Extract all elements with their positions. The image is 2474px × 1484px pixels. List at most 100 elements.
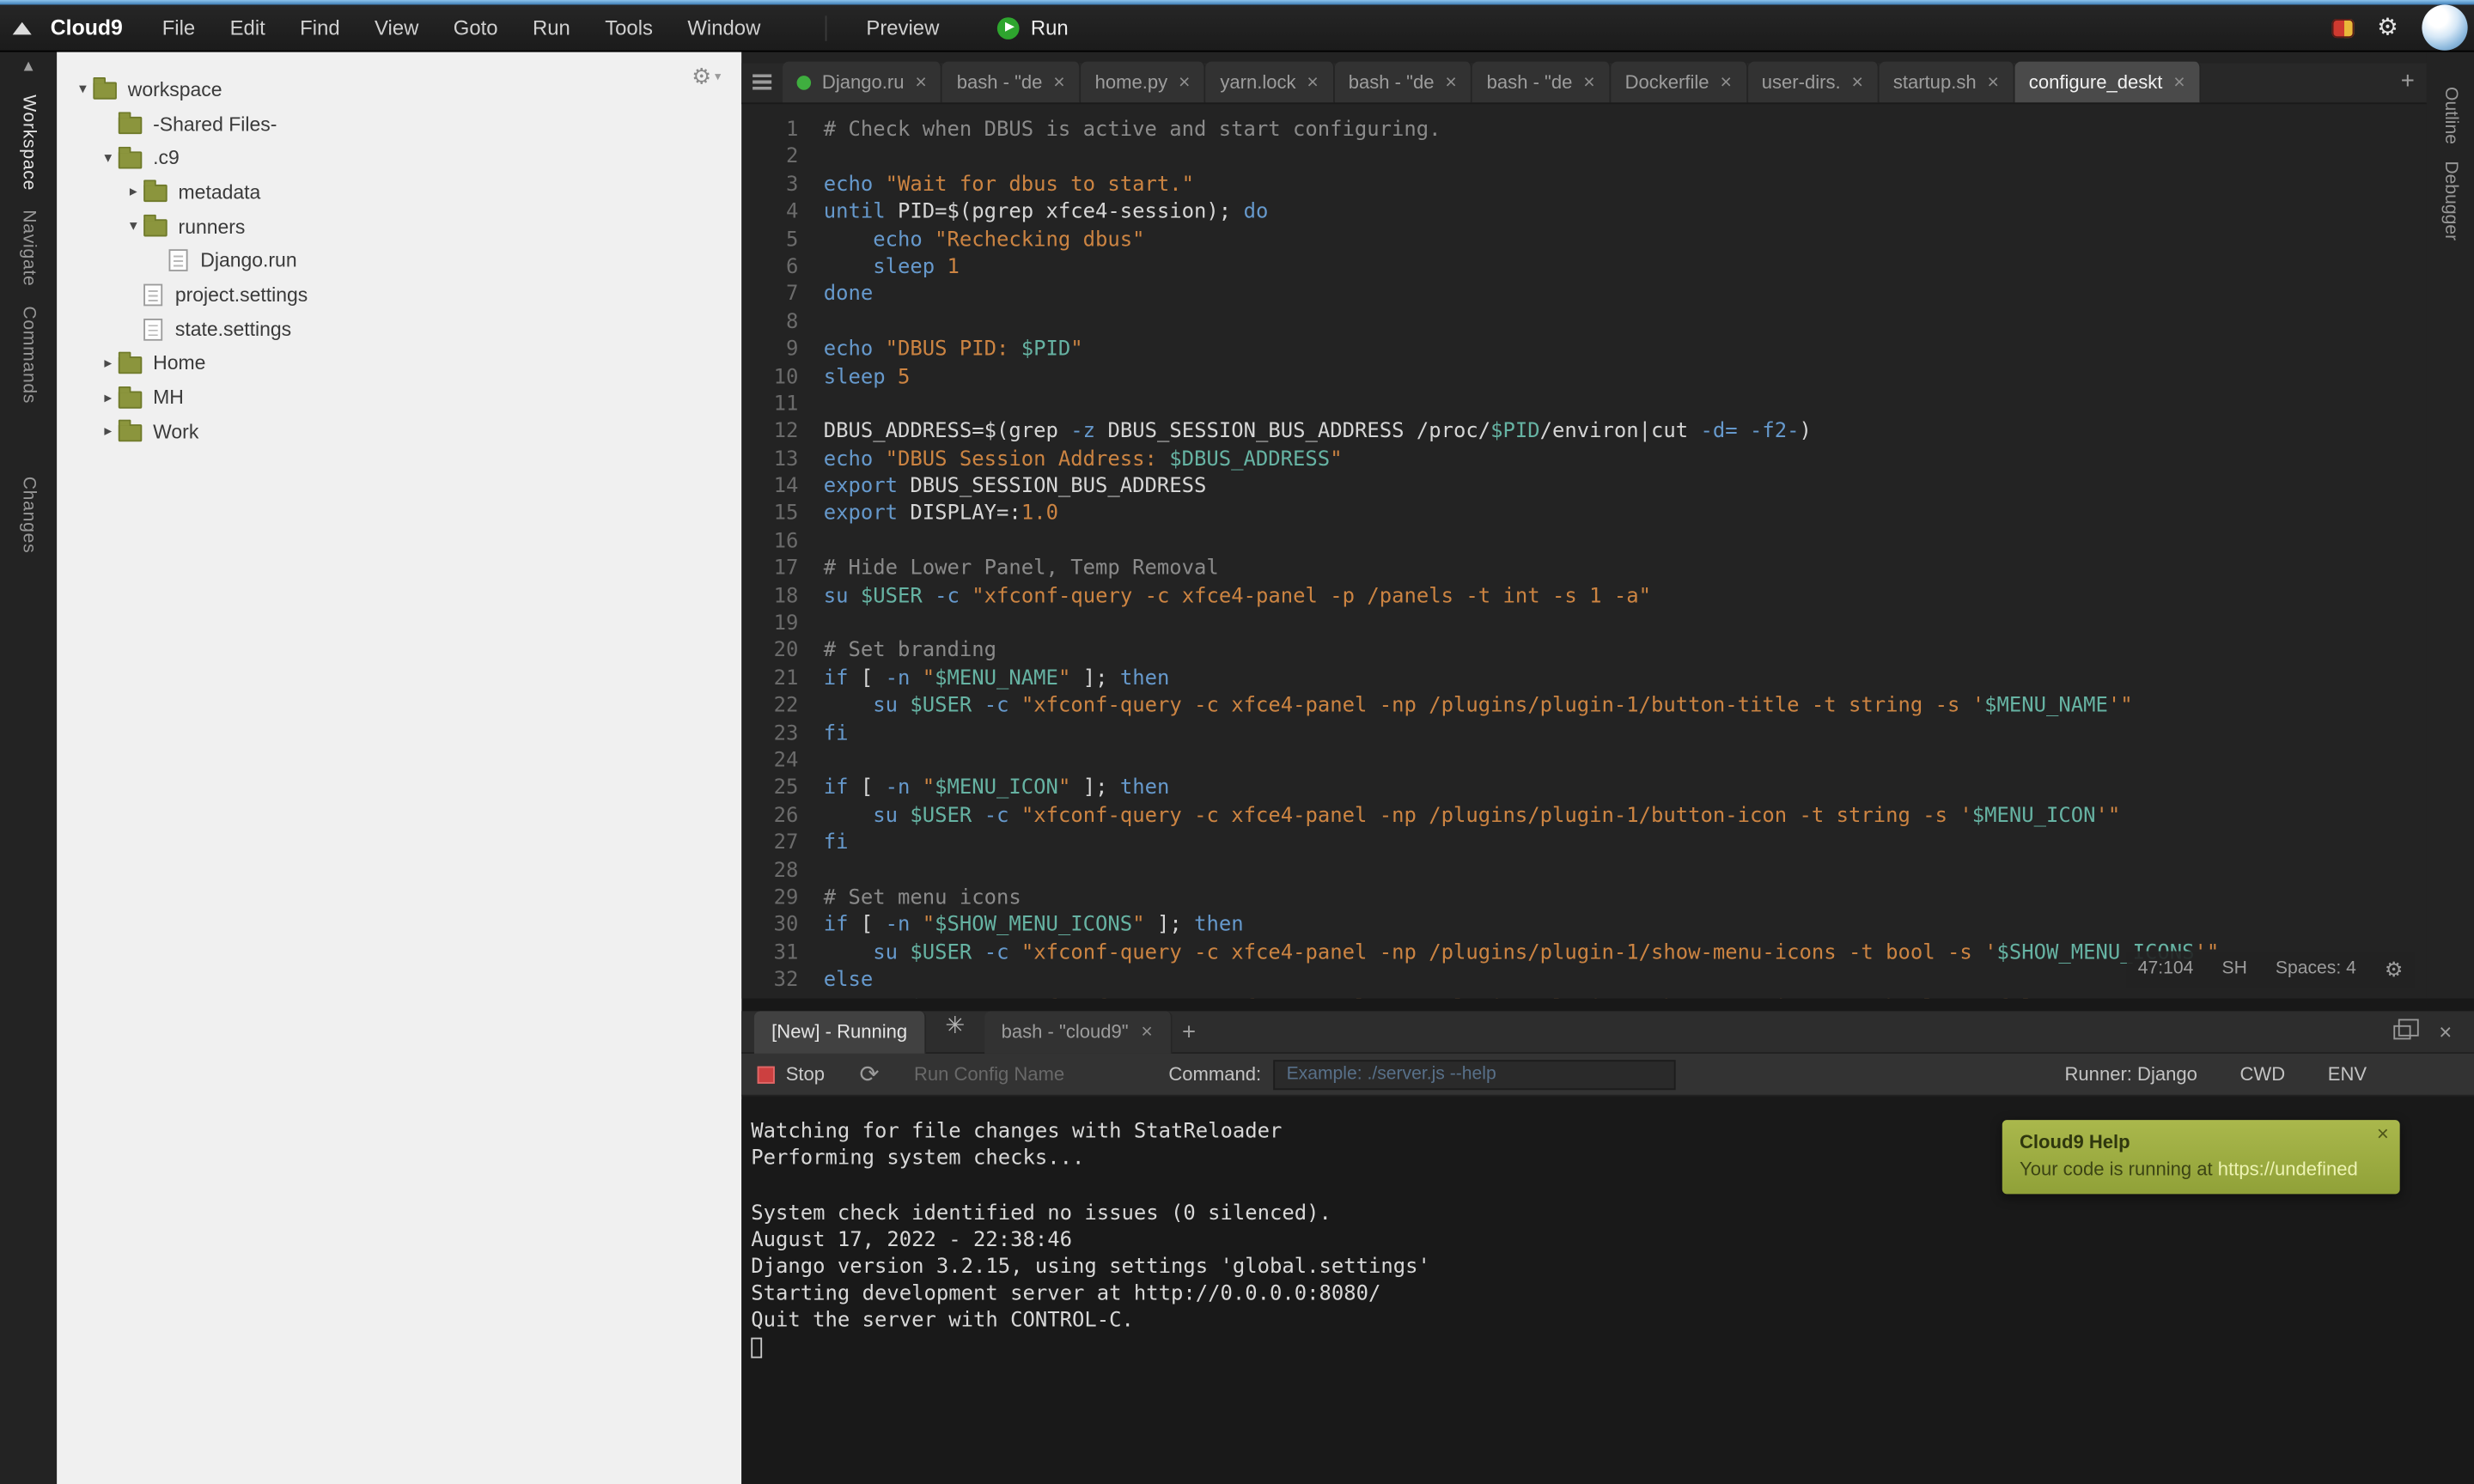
run-config-name[interactable]: Run Config Name xyxy=(914,1063,1064,1086)
runner-selector[interactable]: Runner: Django xyxy=(2065,1063,2197,1086)
editor-tab-home-py[interactable]: home.py× xyxy=(1081,62,1206,103)
tab-close-icon[interactable]: × xyxy=(915,72,926,92)
file-tree-panel: ⚙▾ ▾workspace-Shared Files-▾.c9▸metadata… xyxy=(57,52,741,1484)
tab-close-icon[interactable]: × xyxy=(1179,72,1190,92)
tree-item-project-settings[interactable]: project.settings xyxy=(57,277,741,312)
notification-close-icon[interactable]: × xyxy=(2377,1122,2389,1146)
dock-collapse-icon[interactable]: ▲ xyxy=(0,58,57,76)
disclosure-expanded-icon[interactable]: ▾ xyxy=(72,81,93,98)
stop-button[interactable]: Stop xyxy=(758,1063,825,1086)
line-number: 29 xyxy=(741,885,798,912)
file-tree: ▾ workspace -Shared Files-▾.c9▸metadata▾ru… xyxy=(57,72,741,448)
disclosure-collapsed-icon[interactable]: ▸ xyxy=(123,184,143,201)
new-tab-button[interactable]: + xyxy=(2389,62,2427,103)
preferences-gear-icon[interactable]: ⚙ xyxy=(2377,15,2398,40)
editor-tab-dockerfile[interactable]: Dockerfile × xyxy=(1611,62,1747,103)
preview-button[interactable]: Preview xyxy=(849,15,956,40)
console-tabs: [New] - Running✳bash - "cloud9"× xyxy=(754,1010,1172,1053)
code-line: until PID=$(pgrep xfce4-session); do xyxy=(824,199,2427,227)
rail-tab-navigate[interactable]: Navigate xyxy=(19,210,38,286)
tab-close-icon[interactable]: × xyxy=(1987,72,1998,92)
folder-icon xyxy=(119,391,143,408)
tab-close-icon[interactable]: × xyxy=(1583,72,1594,92)
menu-edit[interactable]: Edit xyxy=(212,15,283,40)
rail-tab-debugger[interactable]: Debugger xyxy=(2440,161,2459,241)
console-tab-new-running[interactable]: [New] - Running xyxy=(754,1010,926,1053)
tab-close-icon[interactable]: × xyxy=(1307,72,1318,92)
app-logo[interactable]: Cloud9 xyxy=(51,15,123,40)
syntax-mode[interactable]: SH xyxy=(2221,955,2246,982)
cwd-button[interactable]: CWD xyxy=(2239,1063,2285,1086)
disclosure-expanded-icon[interactable]: ▾ xyxy=(123,218,143,235)
tree-item-shared-files[interactable]: -Shared Files- xyxy=(57,106,741,141)
tree-item-workspace[interactable]: ▾ workspace xyxy=(57,72,741,106)
editor-tab-yarn-lock[interactable]: yarn.lock× xyxy=(1206,62,1334,103)
code-editor[interactable]: 1234567891011121314151617181920212223242… xyxy=(741,104,2427,998)
tree-item-django-run[interactable]: Django.run xyxy=(57,244,741,278)
menu-file[interactable]: File xyxy=(145,15,213,40)
rail-tab-changes[interactable]: Changes xyxy=(19,476,38,553)
editor-tab-bash-de[interactable]: bash - "de× xyxy=(1334,62,1472,103)
tree-item-mh[interactable]: ▸ MH xyxy=(57,380,741,415)
tab-close-icon[interactable]: × xyxy=(1053,72,1064,92)
close-panel-icon[interactable]: × xyxy=(2439,1020,2452,1043)
editor-tab-user-dirs[interactable]: user-dirs.× xyxy=(1747,62,1879,103)
disclosure-collapsed-icon[interactable]: ▸ xyxy=(98,389,119,406)
menu-run[interactable]: Run xyxy=(515,15,588,40)
editor-tab-bash-de[interactable]: bash - "de× xyxy=(1472,62,1611,103)
tab-close-icon[interactable]: × xyxy=(1445,72,1456,92)
tree-item-label: workspace xyxy=(128,79,222,101)
command-input[interactable] xyxy=(1274,1059,1676,1089)
editor-tab-startup-sh[interactable]: startup.sh× xyxy=(1879,62,2014,103)
line-number: 25 xyxy=(741,775,798,803)
tree-item-label: MH xyxy=(153,386,184,409)
tab-close-icon[interactable]: × xyxy=(1141,1022,1152,1042)
editor-tab-bash-de[interactable]: bash - "de× xyxy=(942,62,1081,103)
disclosure-expanded-icon[interactable]: ▾ xyxy=(98,149,119,167)
menu-window[interactable]: Window xyxy=(670,15,777,40)
run-button[interactable]: Run xyxy=(997,15,1068,40)
console-new-tab-button[interactable]: + xyxy=(1172,1019,1206,1045)
tree-item-home[interactable]: ▸Home xyxy=(57,346,741,380)
menu-goto[interactable]: Goto xyxy=(436,15,515,40)
left-dock-rail: ▲ Workspace Navigate Commands Changes xyxy=(0,52,57,1484)
tab-close-icon[interactable]: × xyxy=(1720,72,1731,92)
tree-item-metadata[interactable]: ▸metadata xyxy=(57,175,741,210)
tree-item-state-settings[interactable]: state.settings xyxy=(57,312,741,346)
tree-item-runners[interactable]: ▾runners xyxy=(57,210,741,244)
collapse-menubar-icon[interactable] xyxy=(13,21,32,34)
tab-close-icon[interactable]: × xyxy=(2173,72,2185,92)
bug-report-icon[interactable] xyxy=(2331,18,2354,37)
menu-tools[interactable]: Tools xyxy=(588,15,670,40)
editor-tab-configure-deskt[interactable]: configure_deskt× xyxy=(2014,62,2201,103)
tree-item-work[interactable]: ▸Work xyxy=(57,415,741,449)
cloud9-logo-sphere[interactable] xyxy=(2422,5,2467,51)
tab-label: Dockerfile xyxy=(1625,71,1709,94)
stop-button-label: Stop xyxy=(786,1063,825,1086)
tree-item-c9[interactable]: ▾.c9 xyxy=(57,141,741,175)
line-number: 10 xyxy=(741,363,798,391)
menu-view[interactable]: View xyxy=(357,15,436,40)
tab-close-icon[interactable]: × xyxy=(1851,72,1862,92)
console-tab-bash-cloud9[interactable]: bash - "cloud9"× xyxy=(984,1010,1171,1053)
tab-list-icon[interactable] xyxy=(741,62,783,103)
spaces-setting[interactable]: Spaces: 4 xyxy=(2276,955,2356,982)
code-line xyxy=(824,528,2427,556)
running-url-link[interactable]: https://undefined xyxy=(2218,1158,2358,1180)
menubar-right-icons: ⚙ xyxy=(2331,5,2474,51)
rail-tab-workspace[interactable]: Workspace xyxy=(19,94,38,191)
menu-find[interactable]: Find xyxy=(283,15,357,40)
editor-gutter[interactable]: 1234567891011121314151617181920212223242… xyxy=(741,117,798,999)
editor-tab-django-ru[interactable]: Django.ru× xyxy=(783,62,942,103)
rail-tab-commands[interactable]: Commands xyxy=(19,305,38,403)
env-button[interactable]: ENV xyxy=(2328,1063,2367,1086)
line-number: 27 xyxy=(741,830,798,857)
cursor-position[interactable]: 47:104 xyxy=(2138,955,2194,982)
disclosure-collapsed-icon[interactable]: ▸ xyxy=(98,355,119,372)
maximize-panel-icon[interactable] xyxy=(2393,1025,2410,1039)
editor-settings-icon[interactable]: ⚙ xyxy=(2385,958,2403,979)
terminal-line: August 17, 2022 - 22:38:46 xyxy=(751,1227,2474,1255)
restart-icon[interactable]: ⟳ xyxy=(859,1062,879,1086)
disclosure-collapsed-icon[interactable]: ▸ xyxy=(98,423,119,441)
rail-tab-outline[interactable]: Outline xyxy=(2440,87,2459,144)
